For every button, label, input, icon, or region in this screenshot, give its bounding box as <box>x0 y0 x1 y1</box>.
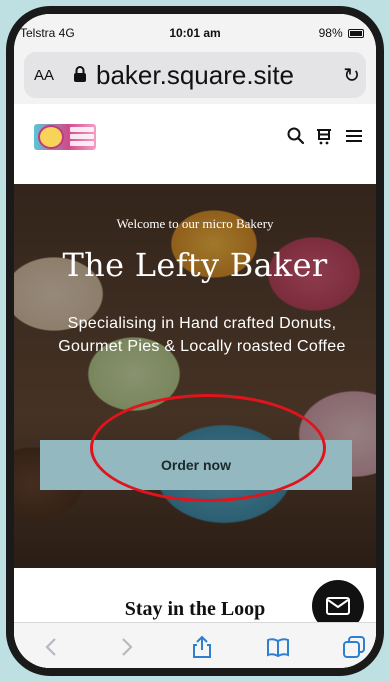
address-bar[interactable]: AA baker.square.site ↻ <box>24 52 366 98</box>
bookmarks-icon[interactable] <box>266 635 290 659</box>
logo-tagline <box>70 127 94 148</box>
mail-icon <box>326 597 350 615</box>
share-icon[interactable] <box>190 635 214 659</box>
status-bar: Telstra 4G 10:01 am 98% <box>14 14 376 46</box>
battery-icon <box>348 29 364 38</box>
hero-banner: Welcome to our micro Bakery The Lefty Ba… <box>14 184 376 568</box>
hero-title: The Lefty Baker <box>62 246 328 284</box>
lock-icon <box>74 66 86 82</box>
reader-text-size-button[interactable]: AA <box>34 67 54 84</box>
back-icon[interactable] <box>40 635 64 659</box>
search-icon[interactable] <box>286 126 306 146</box>
hero-subtitle: Specialising in Hand crafted Donuts, Gou… <box>58 315 346 355</box>
phone-frame: Telstra 4G 10:01 am 98% AA baker.square.… <box>6 6 384 676</box>
logo-badge <box>38 125 64 149</box>
tabs-icon[interactable] <box>342 635 366 659</box>
forward-icon[interactable] <box>114 635 138 659</box>
screen: Telstra 4G 10:01 am 98% AA baker.square.… <box>14 14 376 668</box>
cart-icon[interactable] <box>314 126 334 146</box>
hero-overlay <box>14 184 376 568</box>
hero-welcome: Welcome to our micro Bakery <box>116 216 274 231</box>
browser-address-area: AA baker.square.site ↻ <box>14 46 376 104</box>
reload-icon[interactable]: ↻ <box>343 63 360 88</box>
url-text[interactable]: baker.square.site <box>96 60 294 91</box>
menu-icon[interactable] <box>344 126 364 146</box>
safari-toolbar <box>14 622 376 668</box>
battery-indicator: 98% <box>319 26 364 40</box>
logo-icon[interactable] <box>34 124 96 150</box>
site-header <box>14 106 376 184</box>
order-now-button[interactable]: Order now <box>40 440 352 490</box>
battery-percentage: 98% <box>318 26 343 40</box>
